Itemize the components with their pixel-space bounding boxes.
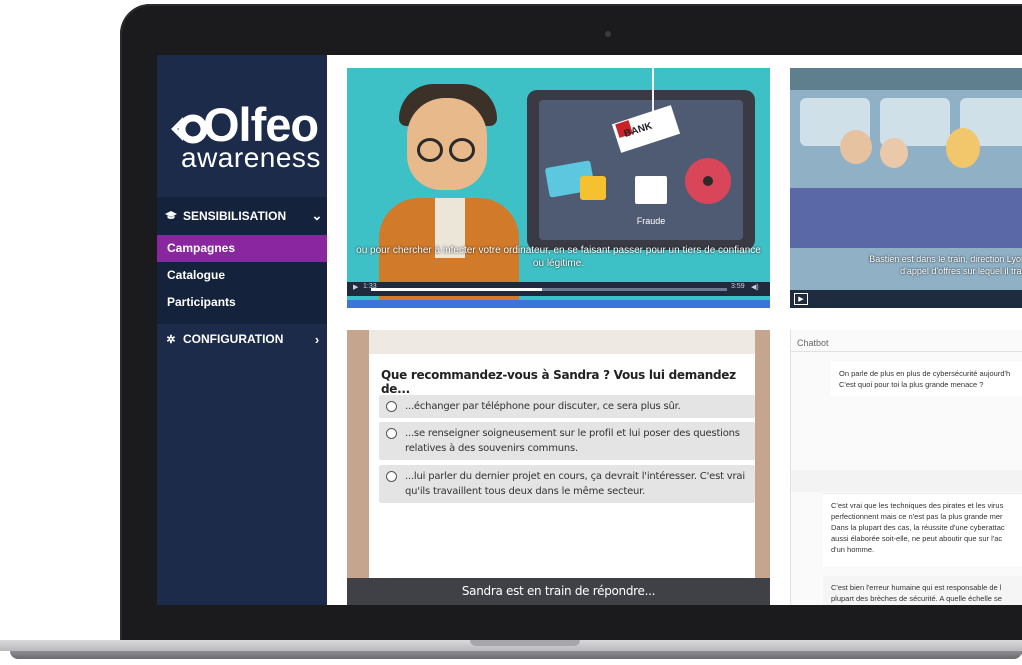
chat-message-line: d'un homme. — [831, 545, 875, 554]
chat-message: C'est bien l'erreur humaine qui est resp… — [823, 576, 1022, 605]
brand-logo[interactable]: Olfeo awareness — [167, 97, 320, 177]
laptop-base — [0, 640, 1022, 665]
quiz-option-label: ...lui parler du dernier projet en cours… — [405, 471, 745, 497]
video-subtitle: Bastien est dans le train, direction Lyo… — [850, 253, 1022, 277]
video-player-phishing[interactable]: BANK Fraude ou pour chercher à infecter … — [347, 68, 770, 308]
illustration-passenger — [840, 130, 872, 164]
webcam — [605, 31, 611, 37]
chat-message: On parle de plus en plus de cybersécurit… — [831, 362, 1022, 396]
chevron-right-icon: › — [314, 331, 320, 347]
chat-message-line: plupart des brèches de sécurité. A quell… — [831, 594, 1002, 603]
illustration-glasses — [449, 138, 475, 162]
sensibilisation-submenu: Campagnes Catalogue Participants — [157, 235, 327, 324]
illustration-seats — [790, 188, 1022, 248]
illustration-passenger — [946, 128, 980, 168]
video-buffer-bar — [347, 300, 770, 308]
video-player-train[interactable]: Bastien est dans le train, direction Lyo… — [790, 68, 1022, 308]
sidebar: Olfeo awareness SENSIBILISATION ⌄ Campag… — [157, 55, 327, 605]
quiz-option-1[interactable]: ...échanger par téléphone pour discuter,… — [379, 395, 755, 418]
illustration-glasses — [417, 138, 443, 162]
laptop-base-bottom — [10, 651, 1022, 659]
radio-button-icon[interactable] — [386, 428, 397, 439]
volume-icon[interactable]: ◀) — [751, 283, 759, 291]
nav-section-configuration[interactable]: ✲ CONFIGURATION › — [157, 320, 327, 358]
quiz-option-3[interactable]: ...lui parler du dernier projet en cours… — [379, 465, 755, 503]
chat-message-line: aussi élaborée soit-elle, ne peut abouti… — [831, 534, 1003, 543]
radio-button-icon[interactable] — [386, 401, 397, 412]
laptop-notch — [470, 640, 580, 646]
lock-icon — [580, 176, 606, 200]
email-envelope-icon — [635, 176, 667, 204]
sidebar-item-campagnes[interactable]: Campagnes — [157, 235, 327, 262]
radio-button-icon[interactable] — [386, 471, 397, 482]
video-subtitle: ou pour chercher à infecter votre ordina… — [356, 245, 761, 269]
chat-message-line: On parle de plus en plus de cybersécurit… — [839, 369, 1011, 378]
brand-subtitle: awareness — [181, 142, 321, 173]
nav-section-sensibilisation[interactable]: SENSIBILISATION ⌄ — [157, 197, 327, 235]
play-icon[interactable]: ▶ — [353, 283, 358, 291]
quiz-question: Que recommandez-vous à Sandra ? Vous lui… — [381, 368, 736, 396]
chat-message-line: perfectionnent mais ce n'est pas la plus… — [831, 512, 1003, 521]
graduation-cap-icon — [165, 210, 177, 222]
illustration-passenger — [880, 138, 908, 168]
sidebar-item-catalogue[interactable]: Catalogue — [157, 262, 327, 289]
quiz-background-band — [347, 330, 369, 605]
chatbot-panel: Chatbot On parle de plus en plus de cybe… — [790, 330, 1022, 605]
chat-message-line: C'est bien l'erreur humaine qui est resp… — [831, 583, 1002, 592]
chat-message-line: C'est quoi pour toi la plus grande menac… — [839, 380, 984, 389]
video-controls — [790, 290, 1022, 308]
laptop-screen: Olfeo awareness SENSIBILISATION ⌄ Campag… — [157, 55, 1022, 605]
nav-section-label: CONFIGURATION — [183, 332, 284, 346]
quiz-background-band — [755, 330, 770, 605]
illustration-luggage-rack — [790, 68, 1022, 90]
bug-skull-icon — [703, 176, 713, 186]
quiz-option-2[interactable]: ...se renseigner soigneusement sur le pr… — [379, 422, 755, 460]
fraud-label: Fraude — [636, 216, 666, 226]
video-subtitle-line: d'appel d'offres sur lequel il trav — [900, 266, 1022, 276]
chat-message-line: Dans la plupart des cas, la réussite d'u… — [831, 523, 1005, 532]
chatbot-title: Chatbot — [797, 338, 829, 348]
video-progress-bar[interactable] — [371, 288, 727, 291]
play-button-icon[interactable]: ▶ — [794, 293, 808, 305]
marketing-stage: Olfeo awareness SENSIBILISATION ⌄ Campag… — [0, 0, 1022, 665]
sidebar-item-participants[interactable]: Participants — [157, 289, 327, 316]
chat-message-line: C'est vrai que les techniques des pirate… — [831, 501, 1004, 510]
chevron-down-icon: ⌄ — [311, 208, 323, 223]
quiz-option-label: ...se renseigner soigneusement sur le pr… — [405, 428, 740, 454]
chat-message: C'est vrai que les techniques des pirate… — [823, 493, 1022, 566]
nav-section-label: SENSIBILISATION — [183, 209, 287, 223]
gear-icon: ✲ — [166, 333, 176, 346]
quiz-panel: Que recommandez-vous à Sandra ? Vous lui… — [347, 330, 770, 605]
video-time-total: 3:59 — [731, 283, 745, 290]
divider — [791, 351, 1022, 352]
chat-separator — [791, 470, 1022, 492]
typing-indicator: Sandra est en train de répondre... — [347, 578, 770, 605]
quiz-option-label: ...échanger par téléphone pour discuter,… — [405, 401, 681, 412]
video-progress-fill — [371, 288, 542, 291]
video-subtitle-line: Bastien est dans le train, direction Lyo… — [869, 254, 1022, 264]
